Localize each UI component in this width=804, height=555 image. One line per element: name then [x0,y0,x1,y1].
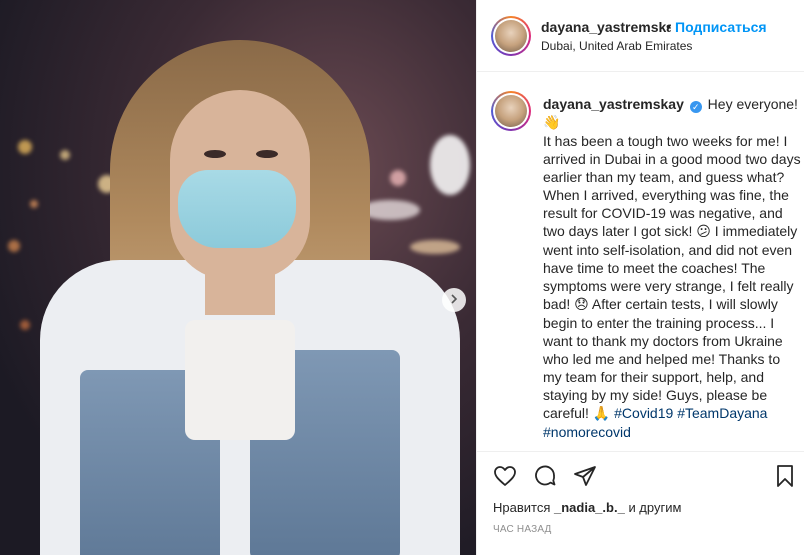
location-link[interactable]: Dubai, United Arab Emirates [541,39,692,53]
wave-emoji: 👋 [543,115,561,131]
post-side-panel: dayana_yastremskay • Подписаться Dubai, … [476,0,804,555]
liked-by-user[interactable]: _nadia_.b._ [554,500,625,515]
bokeh-light [18,140,32,154]
shirt [185,320,295,440]
face-mask [178,170,296,248]
hashtag-link[interactable]: #TeamDayana [677,405,767,421]
avatar[interactable] [491,16,531,56]
post-photo[interactable] [0,0,476,555]
bokeh-light [8,240,20,252]
post-actions: Нравится _nadia_.b._ и другим ЧАС НАЗАД [477,451,804,555]
verified-badge-icon: ✓ [689,101,702,113]
follow-button[interactable]: Подписаться [675,19,767,35]
separator-dot: • [666,18,671,34]
caption-author[interactable]: dayana_yastremskay [543,96,684,112]
hashtag-link[interactable]: #Covid19 [614,405,673,421]
comment-icon[interactable] [531,462,559,490]
share-icon[interactable] [571,462,599,490]
likes-suffix[interactable]: и другим [628,500,681,515]
likes-summary: Нравится _nadia_.b._ и другим [493,500,681,515]
header-username[interactable]: dayana_yastremskay [541,19,671,35]
caption-avatar[interactable] [491,91,531,131]
bokeh-light [390,170,406,186]
confused-emoji: 😕 [696,224,711,240]
eye-right [256,150,278,158]
bokeh-light [430,135,470,195]
hashtag-link[interactable]: #nomorecovid [543,424,631,440]
caption-greeting: Hey everyone! [707,96,798,112]
caption-area[interactable]: dayana_yastremskay ✓ Hey everyone! 👋 It … [477,73,804,451]
bokeh-light [410,240,460,254]
caption-body-3: After certain tests, I will slowly begin… [543,296,783,421]
pray-emoji: 🙏 [592,406,611,422]
post-header: dayana_yastremskay • Подписаться Dubai, … [477,0,804,72]
post-timestamp[interactable]: ЧАС НАЗАД [493,524,552,535]
bokeh-light [30,200,38,208]
bokeh-light [60,150,70,160]
bokeh-light [20,320,30,330]
eye-left [204,150,226,158]
bookmark-icon[interactable] [771,462,799,490]
heart-icon[interactable] [491,462,519,490]
sad-emoji: 😞 [574,297,589,313]
carousel-next-button[interactable] [442,288,466,312]
caption-text: dayana_yastremskay ✓ Hey everyone! 👋 It … [543,95,801,441]
chevron-right-icon [449,291,459,309]
likes-prefix: Нравится [493,500,551,515]
